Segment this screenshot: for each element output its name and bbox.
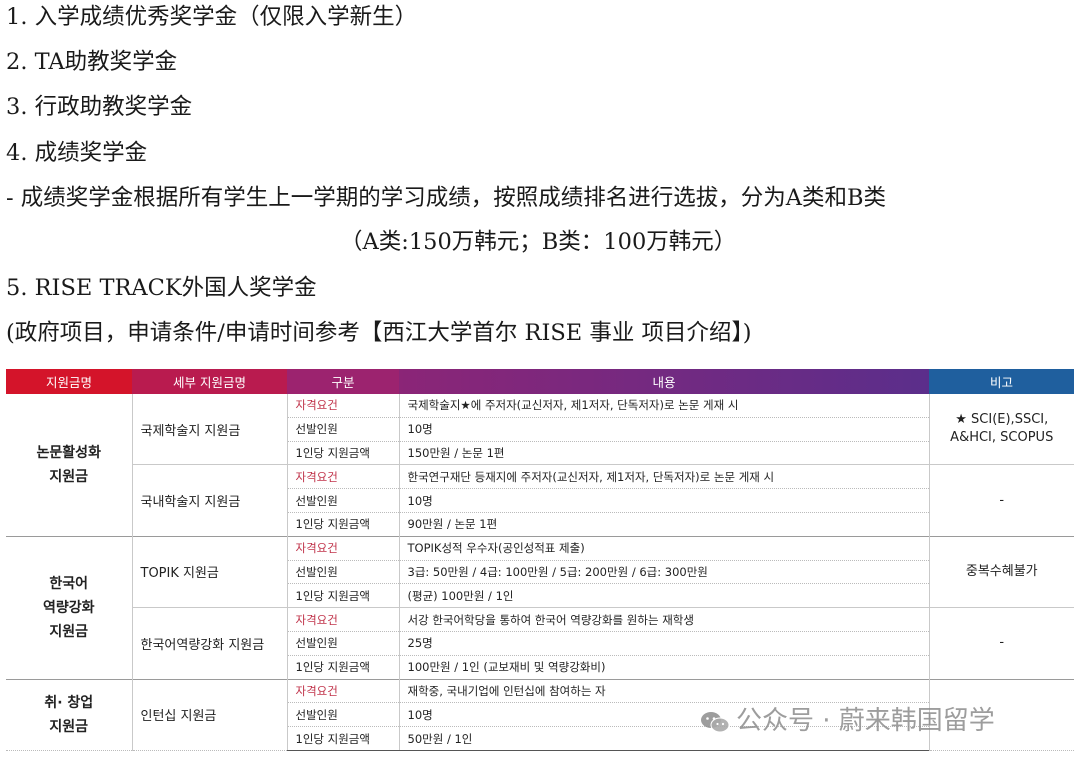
category-label: 한국어 역량강화 지원금 xyxy=(42,575,95,640)
content-cell: 10명 xyxy=(398,417,929,442)
subcategory-cell: TOPIK 지원금 xyxy=(131,535,287,609)
content-cell: 25명 xyxy=(398,631,929,656)
content-cell: 한국연구재단 등재지에 주저자(교신저자, 제1저자, 단독저자)로 논문 게재… xyxy=(398,464,929,490)
content-cell: 국제학술지★에 주저자(교신저자, 제1저자, 단독저자)로 논문 게재 시 xyxy=(398,394,929,418)
subcategory-cell: 한국어역량강화 지원금 xyxy=(131,607,287,680)
list-line-7: 5. RISE TRACK外国人奖学金 xyxy=(6,275,317,301)
list-line-4: 4. 成绩奖学金 xyxy=(6,140,148,166)
content-cell: 100만원 / 1인 (교보재비 및 역량강화비) xyxy=(398,655,929,680)
row-label: 1인당 지원금액 xyxy=(286,441,399,465)
row-label: 1인당 지원금액 xyxy=(286,512,399,537)
row-label: 선발인원 xyxy=(286,488,399,513)
subcategory-cell: 국내학술지 지원금 xyxy=(131,464,287,537)
note-cell: - xyxy=(928,464,1074,537)
table-header-row: 지원금명 세부 지원금명 구분 내용 비고 xyxy=(6,369,1074,394)
content-cell: TOPIK성적 우수자(공인성적표 제출) xyxy=(398,535,929,561)
list-line-3: 3. 行政助教奖学金 xyxy=(6,94,193,120)
table-row: 한국어역량강화 지원금 자격요건 서강 한국어학당을 통하여 한국어 역량강화를… xyxy=(6,607,1074,680)
header-cell: 세부 지원금명 xyxy=(132,369,287,394)
list-line-5: - 成绩奖学金根据所有学生上一学期的学习成绩，按照成绩排名进行选拔，分为A类和B… xyxy=(6,185,887,211)
note-cell: 중복수혜불가 xyxy=(928,535,1074,609)
table-row: 한국어 역량강화 지원금 TOPIK 지원금 자격요건 TOPIK성적 우수자(… xyxy=(6,535,1074,680)
content-cell: 150만원 / 논문 1편 xyxy=(398,441,929,465)
row-label: 자격요건 xyxy=(286,464,399,490)
category-cell: 취· 창업 지원금 xyxy=(6,678,132,751)
row-label: 자격요건 xyxy=(286,607,399,632)
category-label: 논문활성화 지원금 xyxy=(36,444,101,485)
scholarship-table: 지원금명 세부 지원금명 구분 내용 비고 논문활성화 지원금 국제학술지 지원… xyxy=(6,369,1074,751)
category-cell: 한국어 역량강화 지원금 xyxy=(6,535,132,680)
row-label: 자격요건 xyxy=(286,678,399,704)
row-label: 선발인원 xyxy=(286,702,399,728)
header-cell: 지원금명 xyxy=(6,369,132,394)
note-cell: ★ SCI(E),SSCI, A&HCI, SCOPUS xyxy=(928,394,1074,466)
table-row: 논문활성화 지원금 국제학술지 지원금 자격요건 국제학술지★에 주저자(교신저… xyxy=(6,394,1074,537)
row-label: 1인당 지원금액 xyxy=(286,655,399,680)
row-label: 선발인원 xyxy=(286,560,399,585)
watermark-text: 公众号 · 蔚来韩国留学 xyxy=(736,706,995,736)
header-cell: 내용 xyxy=(399,369,929,394)
row-label: 1인당 지원금액 xyxy=(286,726,399,751)
content-cell: 10명 xyxy=(398,488,929,513)
subcategory-cell: 인턴십 지원금 xyxy=(131,678,287,751)
row-label: 자격요건 xyxy=(286,394,399,418)
category-label: 취· 창업 지원금 xyxy=(44,694,94,735)
table-row: 국내학술지 지원금 자격요건 한국연구재단 등재지에 주저자(교신저자, 제1저… xyxy=(6,464,1074,537)
row-label: 1인당 지원금액 xyxy=(286,583,399,608)
note-cell: - xyxy=(928,607,1074,680)
list-line-8: (政府项目，申请条件/申请时间参考【西江大学首尔 RISE 事业 项目介绍】) xyxy=(6,320,752,346)
row-label: 선발인원 xyxy=(286,631,399,656)
content-cell: 3급: 50만원 / 4급: 100만원 / 5급: 200만원 / 6급: 3… xyxy=(398,560,929,585)
content-cell: 90만원 / 논문 1편 xyxy=(398,512,929,537)
row-label: 선발인원 xyxy=(286,417,399,442)
subcategory-cell: 국제학술지 지원금 xyxy=(131,394,287,466)
watermark: 公众号 · 蔚来韩国留学 xyxy=(700,700,995,737)
list-line-1: 1. 入学成绩优秀奖学金（仅限入学新生） xyxy=(6,4,418,30)
header-cell: 비고 xyxy=(929,369,1074,394)
content-cell: (평균) 100만원 / 1인 xyxy=(398,583,929,608)
category-cell: 논문활성화 지원금 xyxy=(6,394,132,537)
note-text: ★ SCI(E),SSCI, A&HCI, SCOPUS xyxy=(950,412,1054,446)
row-label: 자격요건 xyxy=(286,535,399,561)
header-cell: 구분 xyxy=(287,369,399,394)
content-cell: 서강 한국어학당을 통하여 한국어 역량강화를 원하는 재학생 xyxy=(398,607,929,632)
list-line-6: （A类:150万韩元；B类：100万韩元） xyxy=(340,229,737,255)
wechat-icon xyxy=(701,711,730,732)
list-line-2: 2. TA助教奖学金 xyxy=(6,49,178,75)
